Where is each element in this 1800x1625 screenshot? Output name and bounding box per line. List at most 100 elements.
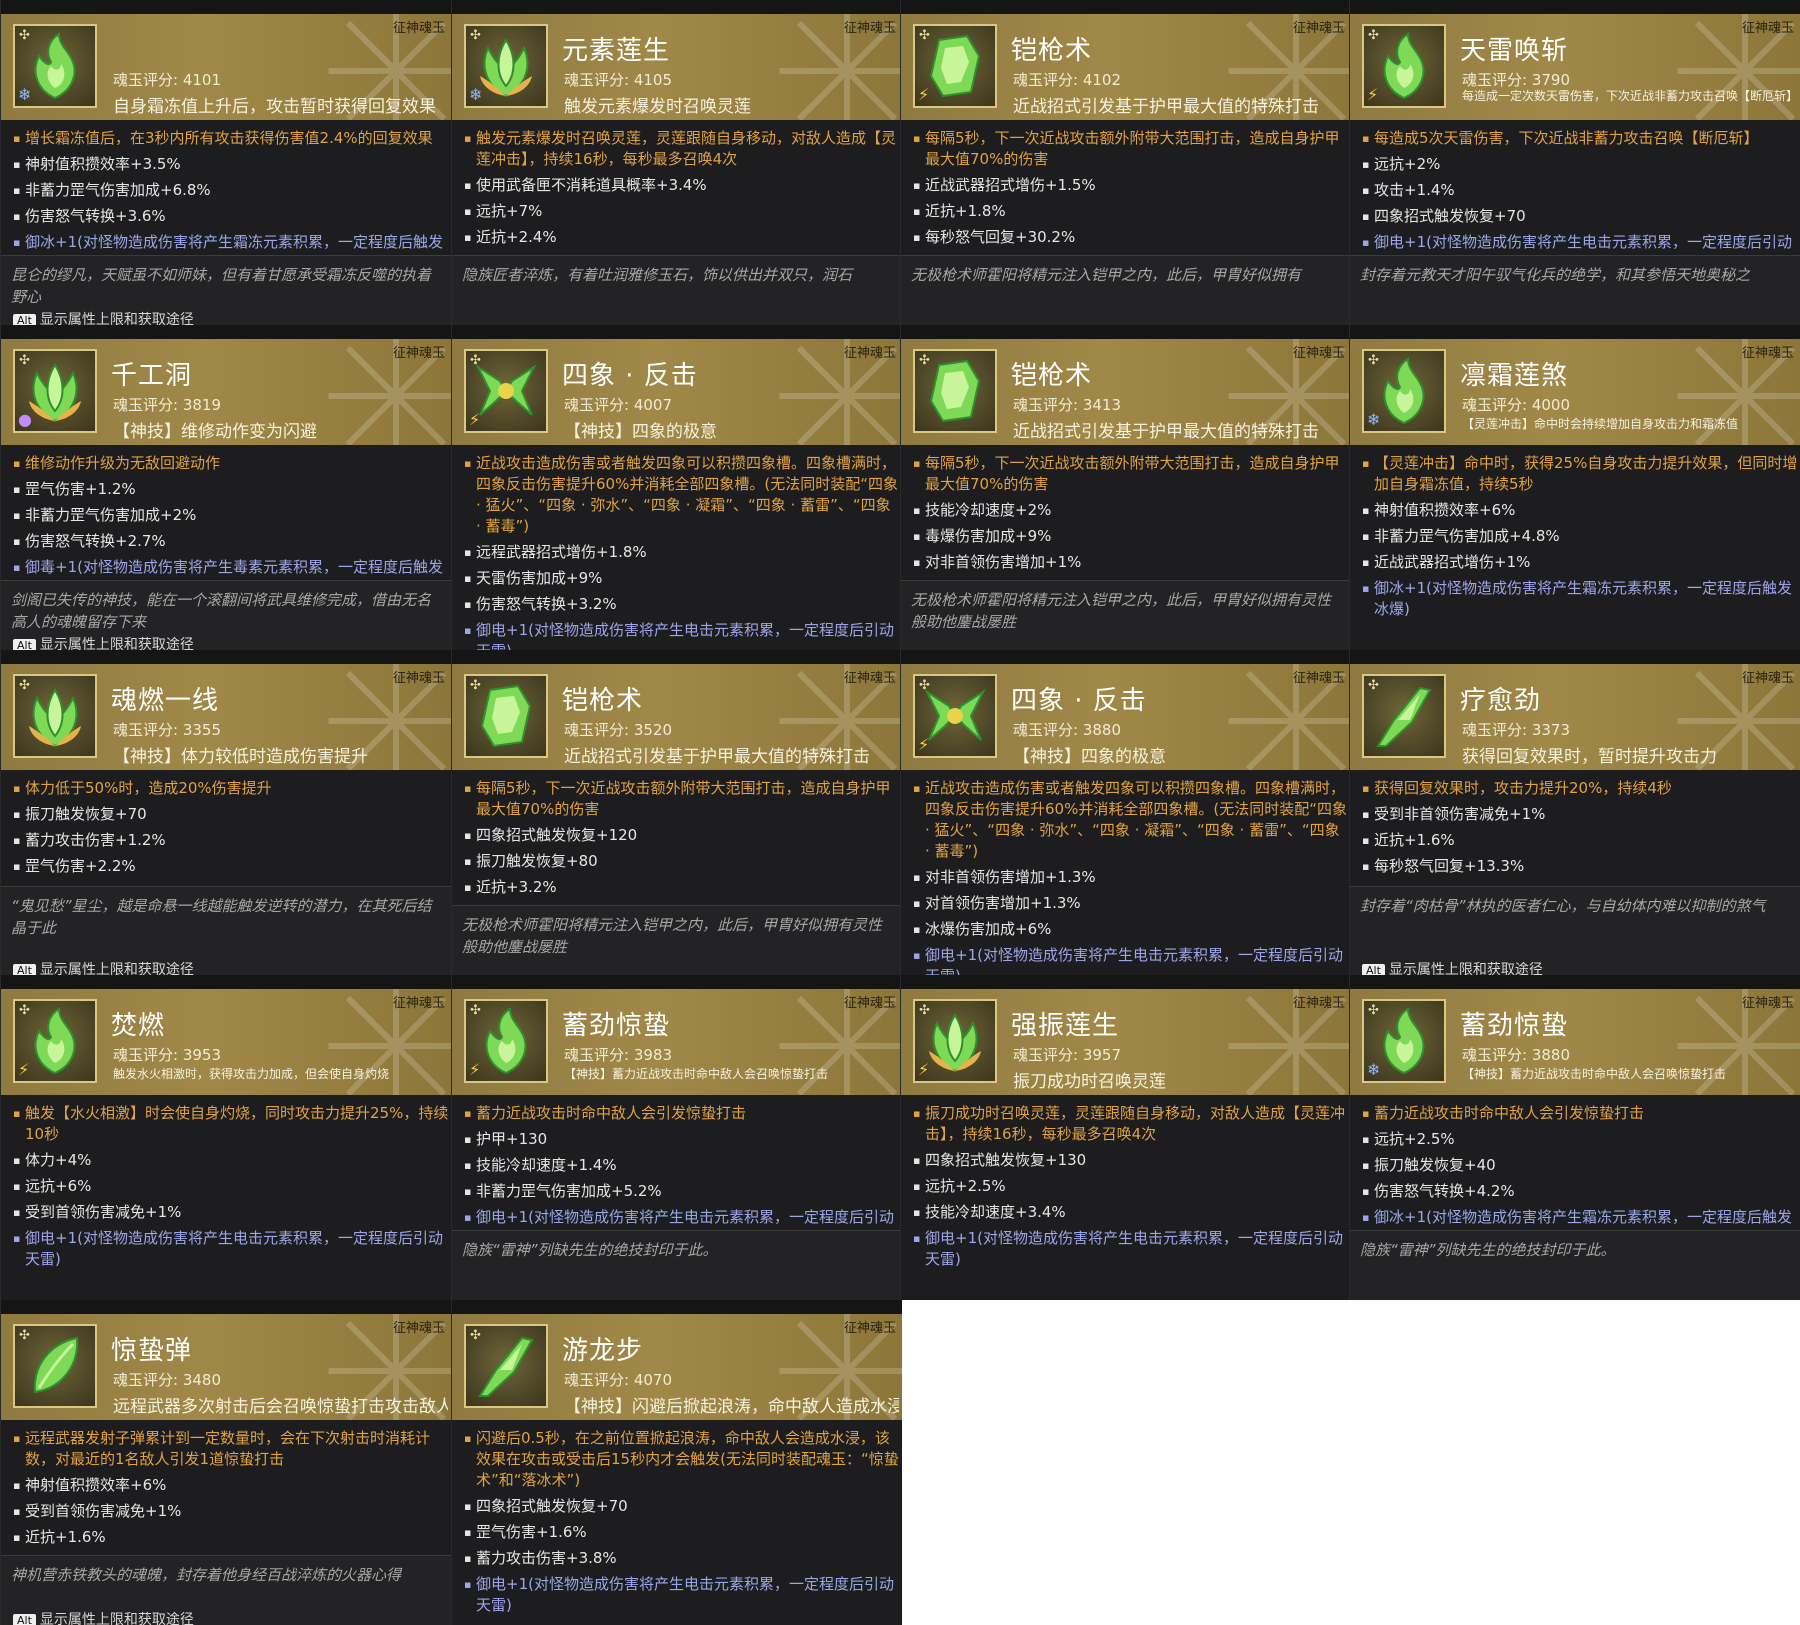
lore-text: 无极枪术师霍阳将精元注入铠甲之内，此后，甲胄好似拥有灵性般助他鏖战屡胜 — [452, 905, 902, 975]
jade-flame-icon: ✣ ⚡ — [1362, 24, 1446, 108]
soul-jade-card[interactable]: 征神魂玉 ✣ ❄ 元素莲生 魂玉评分: 4105 触发元素爆发时召唤灵莲 触发元… — [451, 0, 902, 325]
soul-jade-card[interactable]: 征神魂玉 ✣ ❄ 魂玉评分: 4101 自身霜冻值上升后，攻击暂时获得回复效果 … — [0, 0, 451, 325]
jade-attributes: 远程武器发射子弹累计到一定数量时，会在下次射击时消耗计数，对最近的1名敌人引发1… — [13, 1428, 449, 1553]
stat-line: 蓄力攻击伤害+3.8% — [464, 1548, 900, 1569]
soul-jade-card[interactable]: 征神魂玉 ✣ 疗愈劲 魂玉评分: 3373 获得回复效果时，暂时提升攻击力 获得… — [1349, 650, 1800, 975]
jade-attributes: 获得回复效果时，攻击力提升20%，持续4秒受到非首领伤害减免+1% 近抗+1.6%… — [1362, 778, 1798, 882]
jade-name: 元素莲生 — [562, 36, 671, 66]
soul-jade-card[interactable]: 征神魂玉 ✣ 魂燃一线 魂玉评分: 3355 【神技】体力较低时造成伤害提升 体… — [0, 650, 451, 975]
lotus-icon: ✣ — [13, 674, 97, 758]
jade-name: 千工洞 — [111, 361, 193, 391]
soul-jade-tag: 征神魂玉 — [1741, 21, 1794, 36]
alt-hint[interactable]: Alt 显示属性上限和获取途径 — [13, 959, 194, 975]
rarity-corner-icon: ✣ — [470, 1328, 481, 1343]
card-header: 征神魂玉 ✣ ❄ 凛霜莲煞 魂玉评分: 4000 【灵莲冲击】命中时会持续增加自… — [1350, 339, 1800, 445]
stat-line: 技能冷却速度+1.4% — [464, 1155, 900, 1176]
soul-jade-card[interactable]: 征神魂玉 ✣ 铠枪术 魂玉评分: 3520 近战招式引发基于护甲最大值的特殊打击… — [451, 650, 902, 975]
special-effect-line: 每造成5次天雷伤害，下次近战非蓄力攻击召唤【断厄斩】 — [1362, 128, 1798, 149]
stat-line: 护甲+130 — [464, 1129, 900, 1150]
jade-summary: 远程武器多次射击后会召唤惊蛰打击攻击敌人 — [113, 1397, 448, 1417]
soul-jade-card[interactable]: 征神魂玉 ✣ ⚡ 蓄劲惊蛰 魂玉评分: 3983 【神技】蓄力近战攻击时命中敌人… — [451, 975, 902, 1300]
thunder-element-icon: ⚡ — [469, 410, 481, 429]
stat-line: 远抗+2.5% — [1362, 1129, 1798, 1150]
special-effect-line: 蓄力近战攻击时命中敌人会引发惊蛰打击 — [1362, 1103, 1798, 1124]
thunder-element-icon: ⚡ — [1367, 85, 1379, 104]
soul-jade-card[interactable]: 征神魂玉 ✣ ⚡ 天雷唤斩 魂玉评分: 3790 每造成一定次数天雷伤害，下次近… — [1349, 0, 1800, 325]
stat-line: 攻击+1.4% — [1362, 180, 1798, 201]
ice-element-icon: ❄ — [18, 85, 32, 104]
card-header: 征神魂玉 ✣ 铠枪术 魂玉评分: 3520 近战招式引发基于护甲最大值的特殊打击 — [452, 664, 902, 770]
jade-score: 魂玉评分: 3880 — [1462, 1046, 1570, 1064]
card-top-strip — [901, 975, 1351, 989]
alt-key-icon: Alt — [13, 639, 36, 650]
card-header: 征神魂玉 ✣ ⚡ 蓄劲惊蛰 魂玉评分: 3983 【神技】蓄力近战攻击时命中敌人… — [452, 989, 902, 1095]
jade-score: 魂玉评分: 3790 — [1462, 71, 1570, 89]
alt-key-icon: Alt — [1362, 964, 1385, 975]
special-effect-line: 远程武器发射子弹累计到一定数量时，会在下次射击时消耗计数，对最近的1名敌人引发1… — [13, 1428, 449, 1470]
soul-jade-card[interactable]: 征神魂玉 ✣ ⚡ 四象 · 反击 魂玉评分: 4007 【神技】四象的极意 近战… — [451, 325, 902, 650]
soul-jade-card[interactable]: 征神魂玉 ✣ 惊蛰弹 魂玉评分: 3480 远程武器多次射击后会召唤惊蛰打击攻击… — [0, 1300, 451, 1625]
jade-attributes: 每隔5秒，下一次近战攻击额外附带大范围打击，造成自身护甲最大值70%的伤害四象招… — [464, 778, 900, 903]
jade-summary: 【神技】蓄力近战攻击时命中敌人会召唤惊蛰打击 — [1462, 1067, 1727, 1081]
rarity-corner-icon: ✣ — [1368, 678, 1379, 693]
special-effect-line: 每隔5秒，下一次近战攻击额外附带大范围打击，造成自身护甲最大值70%的伤害 — [464, 778, 900, 820]
card-top-strip — [452, 325, 902, 339]
stat-line: 对首领伤害增加+1.3% — [913, 893, 1349, 914]
card-header: 征神魂玉 ✣ 铠枪术 魂玉评分: 3413 近战招式引发基于护甲最大值的特殊打击 — [901, 339, 1351, 445]
jade-attributes: 体力低于50%时，造成20%伤害提升振刀触发恢复+70 蓄力攻击伤害+1.2% 罡气… — [13, 778, 449, 882]
stat-line: 远抗+2.5% — [913, 1176, 1349, 1197]
jade-score: 魂玉评分: 3819 — [113, 396, 221, 414]
jade-summary: 获得回复效果时，暂时提升攻击力 — [1462, 747, 1717, 767]
soul-jade-card[interactable]: 征神魂玉 ✣ 游龙步 魂玉评分: 4070 【神技】闪避后掀起浪涛，命中敌人造成… — [451, 1300, 902, 1625]
card-header: 征神魂玉 ✣ ⚡ 强振莲生 魂玉评分: 3957 振刀成功时召唤灵莲 — [901, 989, 1351, 1095]
rarity-corner-icon: ✣ — [919, 28, 930, 43]
special-effect-line: 每隔5秒，下一次近战攻击额外附带大范围打击，造成自身护甲最大值70%的伤害 — [913, 453, 1349, 495]
soul-jade-card[interactable]: 征神魂玉 ✣ ❄ 蓄劲惊蛰 魂玉评分: 3880 【神技】蓄力近战攻击时命中敌人… — [1349, 975, 1800, 1300]
soul-jade-card[interactable]: 征神魂玉 ✣ ● 千工洞 魂玉评分: 3819 【神技】维修动作变为闪避 维修动… — [0, 325, 451, 650]
special-effect-line: 【灵莲冲击】命中时，获得25%自身攻击力提升效果，但同时增加自身霜冻值，持续5秒 — [1362, 453, 1798, 495]
stat-line: 每秒怒气回复+30.2% — [913, 227, 1349, 248]
soul-jade-card[interactable]: 征神魂玉 ✣ ⚡ 铠枪术 魂玉评分: 4102 近战招式引发基于护甲最大值的特殊… — [900, 0, 1351, 325]
stat-line: 神射值积攒效率+3.5% — [13, 154, 449, 175]
jade-summary: 【灵莲冲击】命中时会持续增加自身攻击力和霜冻值 — [1462, 417, 1739, 431]
soul-jade-card[interactable]: 征神魂玉 ✣ 铠枪术 魂玉评分: 3413 近战招式引发基于护甲最大值的特殊打击… — [900, 325, 1351, 650]
stat-line: 蓄力攻击伤害+1.2% — [13, 830, 449, 851]
card-top-strip — [452, 0, 902, 14]
alt-hint-label: 显示属性上限和获取途径 — [39, 312, 194, 325]
element-line: 御电+1(对怪物造成伤害将产生电击元素积累，一定程度后引动天雷) — [913, 945, 1349, 975]
soul-jade-tag: 征神魂玉 — [843, 346, 896, 361]
jade-flame-icon: ✣ ❄ — [1362, 349, 1446, 433]
soul-jade-card[interactable]: 征神魂玉 ✣ ❄ 凛霜莲煞 魂玉评分: 4000 【灵莲冲击】命中时会持续增加自… — [1349, 325, 1800, 650]
soul-jade-card[interactable]: 征神魂玉 ✣ ⚡ 焚燃 魂玉评分: 3953 触发水火相激时，获得攻击力加成，但… — [0, 975, 451, 1300]
jade-summary: 【神技】闪避后掀起浪涛，命中敌人造成水浸 — [564, 1397, 899, 1417]
alt-hint-label: 显示属性上限和获取途径 — [39, 637, 194, 650]
card-top-strip — [1350, 0, 1800, 14]
jade-score: 魂玉评分: 4102 — [1013, 71, 1121, 89]
thunder-element-icon: ⚡ — [469, 1060, 481, 1079]
thunder-element-icon: ⚡ — [918, 735, 930, 754]
jade-name: 四象 · 反击 — [1011, 686, 1147, 716]
element-line: 御电+1(对怪物造成伤害将产生电击元素积累，一定程度后引动天雷) — [13, 1228, 449, 1270]
card-top-strip — [1, 650, 451, 664]
thunder-element-icon: ⚡ — [18, 1060, 30, 1079]
alt-hint[interactable]: Alt 显示属性上限和获取途径 — [13, 309, 194, 325]
lore-text: 隐族“雷神”列缺先生的绝技封印于此。 — [452, 1230, 902, 1300]
soul-jade-card[interactable]: 征神魂玉 ✣ ⚡ 四象 · 反击 魂玉评分: 3880 【神技】四象的极意 近战… — [900, 650, 1351, 975]
alt-hint[interactable]: Alt 显示属性上限和获取途径 — [1362, 959, 1543, 975]
jade-summary: 自身霜冻值上升后，攻击暂时获得回复效果 — [113, 97, 436, 117]
special-effect-line: 维修动作升级为无敌回避动作 — [13, 453, 449, 474]
ice-element-icon: ❄ — [469, 85, 483, 104]
stat-line: 近抗+3.2% — [464, 877, 900, 898]
stat-line: 振刀触发恢复+80 — [464, 851, 900, 872]
soul-jade-card[interactable]: 征神魂玉 ✣ ⚡ 强振莲生 魂玉评分: 3957 振刀成功时召唤灵莲 振刀成功时… — [900, 975, 1351, 1300]
stat-line: 非蓄力罡气伤害加成+6.8% — [13, 180, 449, 201]
soul-jade-tag: 征神魂玉 — [392, 671, 445, 686]
soul-jade-tag: 征神魂玉 — [843, 671, 896, 686]
soul-jade-tag: 征神魂玉 — [392, 346, 445, 361]
stat-line: 冰爆伤害加成+6% — [913, 919, 1349, 940]
stat-line: 远抗+6% — [13, 1176, 449, 1197]
alt-hint[interactable]: Alt 显示属性上限和获取途径 — [13, 634, 194, 650]
stat-line: 伤害怒气转换+3.6% — [13, 206, 449, 227]
alt-hint[interactable]: Alt 显示属性上限和获取途径 — [13, 1609, 194, 1625]
jade-score: 魂玉评分: 3520 — [564, 721, 672, 739]
